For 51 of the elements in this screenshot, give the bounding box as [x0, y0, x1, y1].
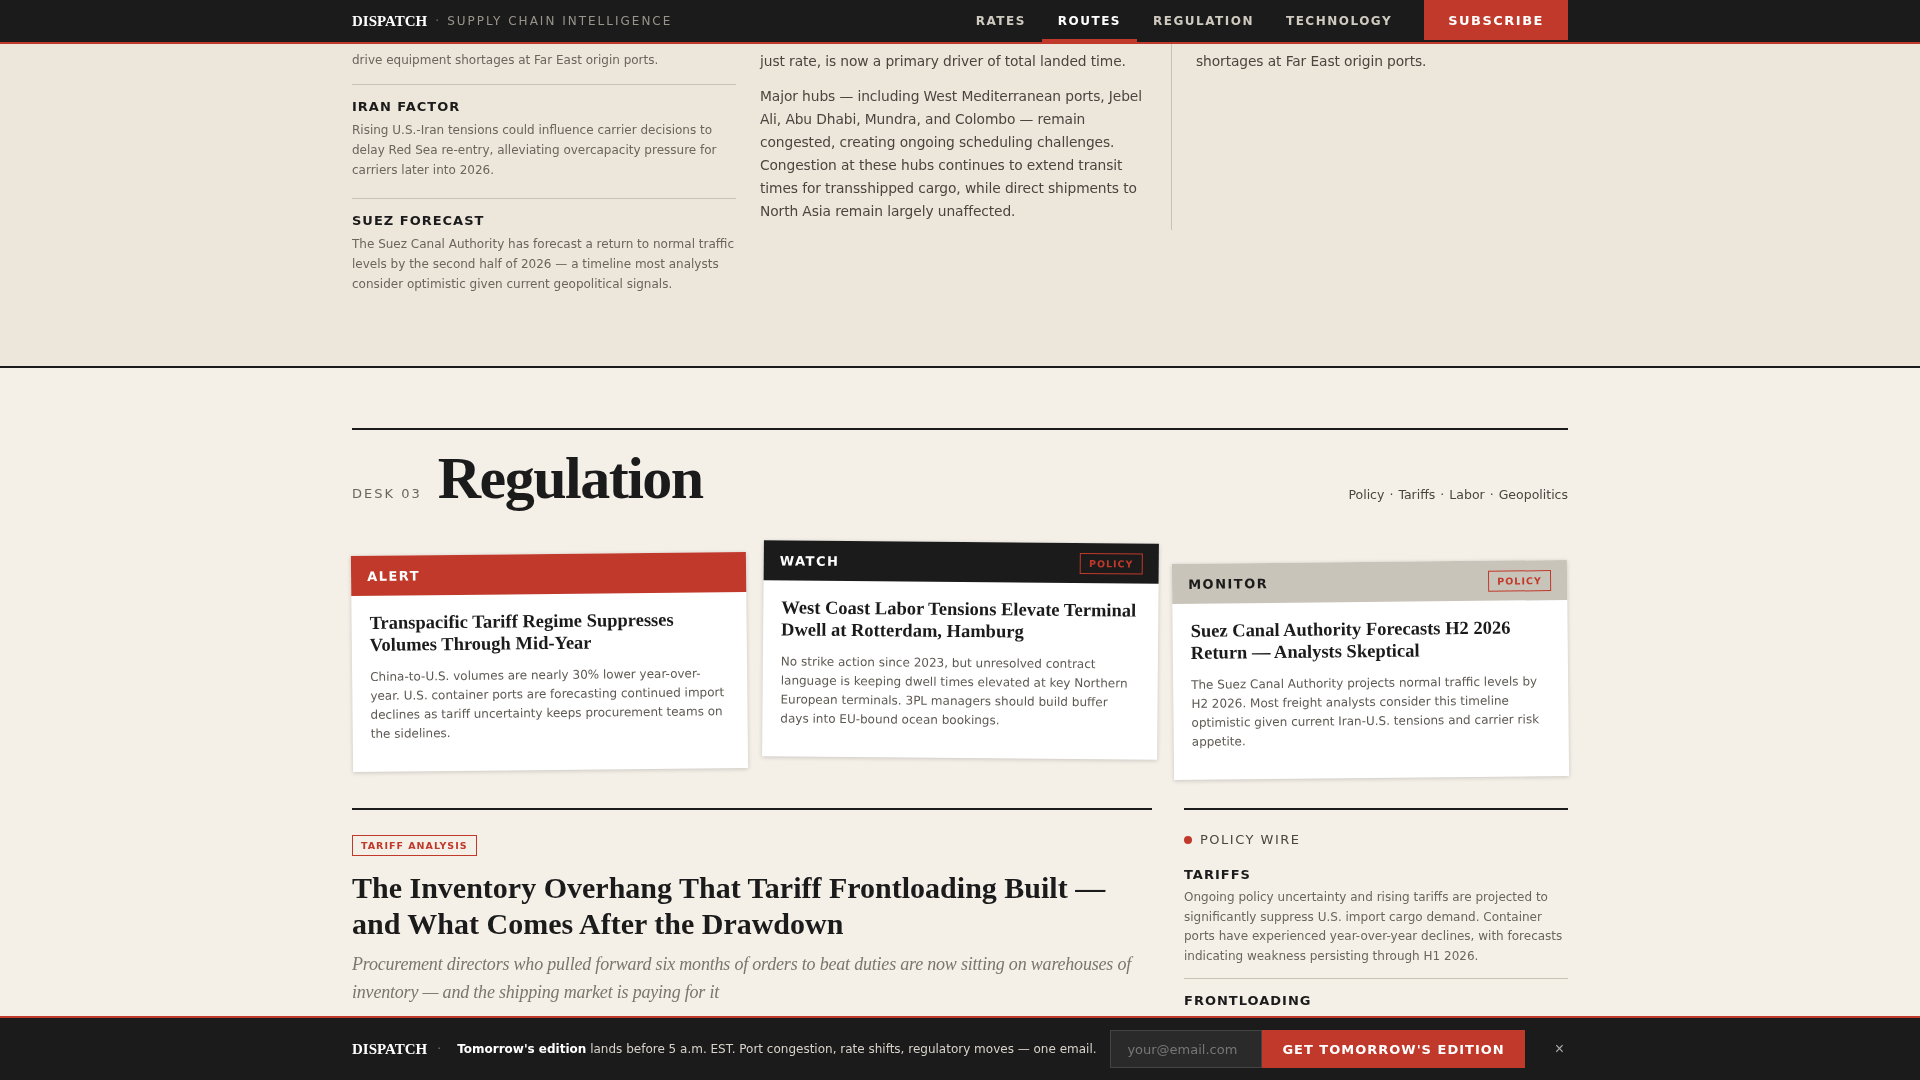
article-paragraph: Major hubs — including West Mediterranean ports, Jebel Ali, Abu Dhabi, Mundra, and Colombo — remain congested, creating ongoing scheduling challenges. Congestion at these hubs continues to extend transit times for transshipped cargo, while direct shipments to North Asia remain largely unaffected. — [760, 87, 1143, 221]
wire-item-title: FRONTLOADING — [1184, 993, 1313, 1008]
wire-item-text: Ongoing policy uncertainty and rising tariffs are projected to significantly suppress U.S. import cargo demand. Container ports have experienced year-over-year declines, with forecasts indicating weakness persisting through H1 2026. — [1184, 889, 1564, 965]
feature-deck: Procurement directors who pulled forward six months of orders to beat duties are now sitting on warehouses of inventory — and the shipping market is paying for it — [352, 950, 1152, 1006]
email-field[interactable]: your@email.com — [1110, 1030, 1263, 1068]
signup-button[interactable]: GET TOMORROW'S EDITION — [1262, 1030, 1525, 1068]
brief-text: The Suez Canal Authority has forecast a return to normal traffic levels by the second half of 2026 — a timeline most analysts consider optimistic given current geopolitical signals. — [352, 236, 735, 293]
topic-link[interactable]: Policy — [1348, 487, 1385, 502]
separator-dot: · — [1440, 487, 1445, 502]
close-button[interactable]: × — [1550, 1040, 1568, 1058]
separator-dot: · — [1389, 487, 1394, 502]
wire-title: POLICY WIRE — [1200, 832, 1301, 847]
separator-dot: · — [1489, 487, 1494, 502]
wire-item-title: TARIFFS — [1184, 867, 1252, 882]
policy-tag: POLICY — [1488, 569, 1552, 592]
story-card[interactable] — [350, 551, 748, 773]
category-tag: TARIFF ANALYSIS — [352, 835, 477, 856]
section-title: Regulation — [437, 446, 703, 510]
brief-title: SUEZ FORECAST — [352, 213, 486, 228]
nav-tab[interactable]: REGULATION — [1137, 0, 1270, 42]
bullet-icon — [1184, 835, 1192, 844]
nav-tab[interactable]: TECHNOLOGY — [1269, 0, 1409, 42]
brand-logo[interactable]: DISPATCH — [352, 12, 428, 30]
card-label: ALERT — [367, 567, 421, 584]
card-label: WATCH — [779, 552, 840, 569]
card-headline: Transpacific Tariff Regime Suppresses Volumes Through Mid-Year — [369, 608, 675, 656]
story-card[interactable] — [1172, 559, 1570, 781]
tagline: SUPPLY CHAIN INTELLIGENCE — [447, 14, 673, 28]
topic-link[interactable]: Geopolitics — [1498, 487, 1568, 502]
article-paragraph: just rate, is now a primary driver of total landed time. — [760, 52, 1127, 71]
newsletter-text: Tomorrow's edition lands before 5 a.m. EST. Port congestion, rate shifts, regulatory moves — one email. — [457, 1042, 1098, 1056]
brief-text: drive equipment shortages at Far East origin ports. — [352, 52, 660, 69]
topic-link[interactable]: Labor — [1449, 487, 1485, 502]
brief-title: IRAN FACTOR — [352, 99, 462, 114]
card-headline: West Coast Labor Tensions Elevate Terminal Dwell at Rotterdam, Hamburg — [780, 596, 1137, 644]
nav-tab[interactable]: RATES — [959, 0, 1042, 42]
brief-text: Rising U.S.-Iran tensions could influence carrier decisions to delay Red Sea re-entry, alleviating overcapacity pressure for carriers later into 2026. — [352, 122, 718, 179]
desk-number: DESK 03 — [352, 486, 422, 501]
topic-link[interactable]: Tariffs — [1398, 487, 1436, 502]
separator-dot: · — [437, 1042, 442, 1056]
brand-logo: DISPATCH — [352, 1040, 428, 1058]
card-headline: Suez Canal Authority Forecasts H2 2026 Return — Analysts Skeptical — [1190, 616, 1512, 664]
sidebar-text: shortages at Far East origin ports. — [1196, 52, 1428, 71]
card-summary: No strike action since 2023, but unresolved contract language is keeping dwell times elevated at key Northern European terminals. 3PL managers should build buffer days into EU-bound ocean bookings. — [779, 653, 1129, 730]
separator-dot: · — [435, 14, 440, 28]
subscribe-button[interactable]: SUBSCRIBE — [1424, 0, 1568, 40]
card-label: MONITOR — [1188, 575, 1269, 592]
card-summary: The Suez Canal Authority projects normal traffic levels by H2 2026. Most freight analysts consider this timeline optimistic given current Iran-U.S. tensions and carrier risk appetite. — [1191, 673, 1541, 751]
story-card[interactable] — [761, 540, 1159, 760]
feature-headline[interactable]: The Inventory Overhang That Tariff Frontloading Built — and What Comes After the Drawdown — [352, 870, 1152, 942]
card-summary: China-to-U.S. volumes are nearly 30% lower year-over-year. U.S. container ports are forecasting continued import declines as tariff uncertainty keeps procurement teams on the sidelines. — [370, 665, 726, 743]
